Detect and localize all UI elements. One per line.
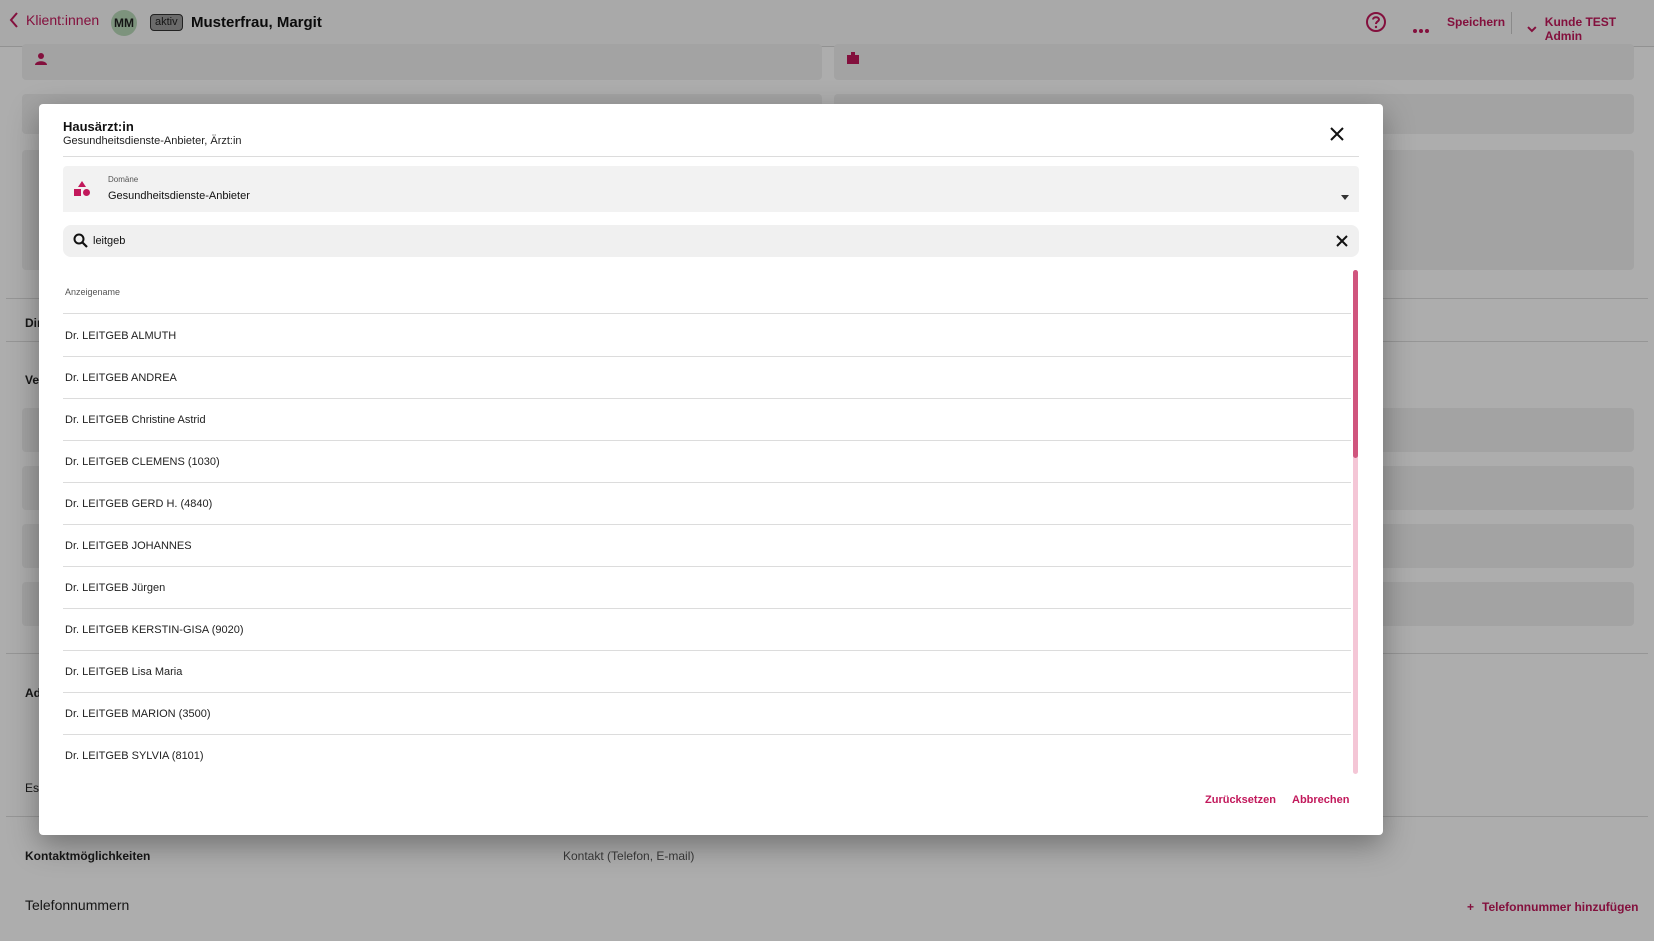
list-item[interactable]: Dr. LEITGEB Lisa Maria — [63, 651, 1351, 693]
list-item[interactable]: Dr. LEITGEB CLEMENS (1030) — [63, 441, 1351, 483]
reset-button[interactable]: Zurücksetzen — [1205, 794, 1276, 806]
search-input[interactable] — [93, 230, 1273, 252]
list-item[interactable]: Dr. LEITGEB Jürgen — [63, 567, 1351, 609]
cancel-button[interactable]: Abbrechen — [1292, 794, 1349, 806]
search-clear-button[interactable] — [1333, 232, 1351, 250]
close-icon — [1330, 127, 1344, 141]
dialog-divider — [63, 156, 1359, 157]
list-item[interactable]: Dr. LEITGEB SYLVIA (8101) — [63, 735, 1351, 774]
list-item[interactable]: Dr. LEITGEB KERSTIN-GISA (9020) — [63, 609, 1351, 651]
provider-picker-dialog: Hausärzt:in Gesundheitsdienste-Anbieter,… — [39, 104, 1383, 835]
list-item[interactable]: Dr. LEITGEB Christine Astrid — [63, 399, 1351, 441]
domain-select[interactable]: Domäne Gesundheitsdienste-Anbieter — [63, 166, 1359, 212]
shapes-icon — [73, 181, 91, 202]
results-scrollbar-thumb[interactable] — [1353, 270, 1358, 458]
search-icon — [73, 233, 88, 253]
caret-down-icon — [1341, 187, 1349, 205]
list-item[interactable]: Dr. LEITGEB ALMUTH — [63, 315, 1351, 357]
dialog-title: Hausärzt:in — [63, 119, 134, 134]
column-header-display-name: Anzeigename — [65, 287, 121, 297]
domain-select-value: Gesundheitsdienste-Anbieter — [108, 190, 250, 202]
list-item[interactable]: Dr. LEITGEB MARION (3500) — [63, 693, 1351, 735]
close-icon — [1336, 235, 1348, 247]
close-button[interactable] — [1325, 122, 1349, 146]
list-item[interactable]: Dr. LEITGEB GERD H. (4840) — [63, 483, 1351, 525]
list-item[interactable]: Dr. LEITGEB JOHANNES — [63, 525, 1351, 567]
domain-select-label: Domäne — [108, 175, 139, 184]
results-list[interactable]: Anzeigename Dr. LEITGEB ALMUTH Dr. LEITG… — [63, 270, 1351, 774]
results-column-header: Anzeigename — [63, 270, 1351, 314]
search-bar — [63, 225, 1359, 257]
list-item[interactable]: Dr. LEITGEB ANDREA — [63, 357, 1351, 399]
dialog-subtitle: Gesundheitsdienste-Anbieter, Ärzt:in — [63, 135, 242, 147]
